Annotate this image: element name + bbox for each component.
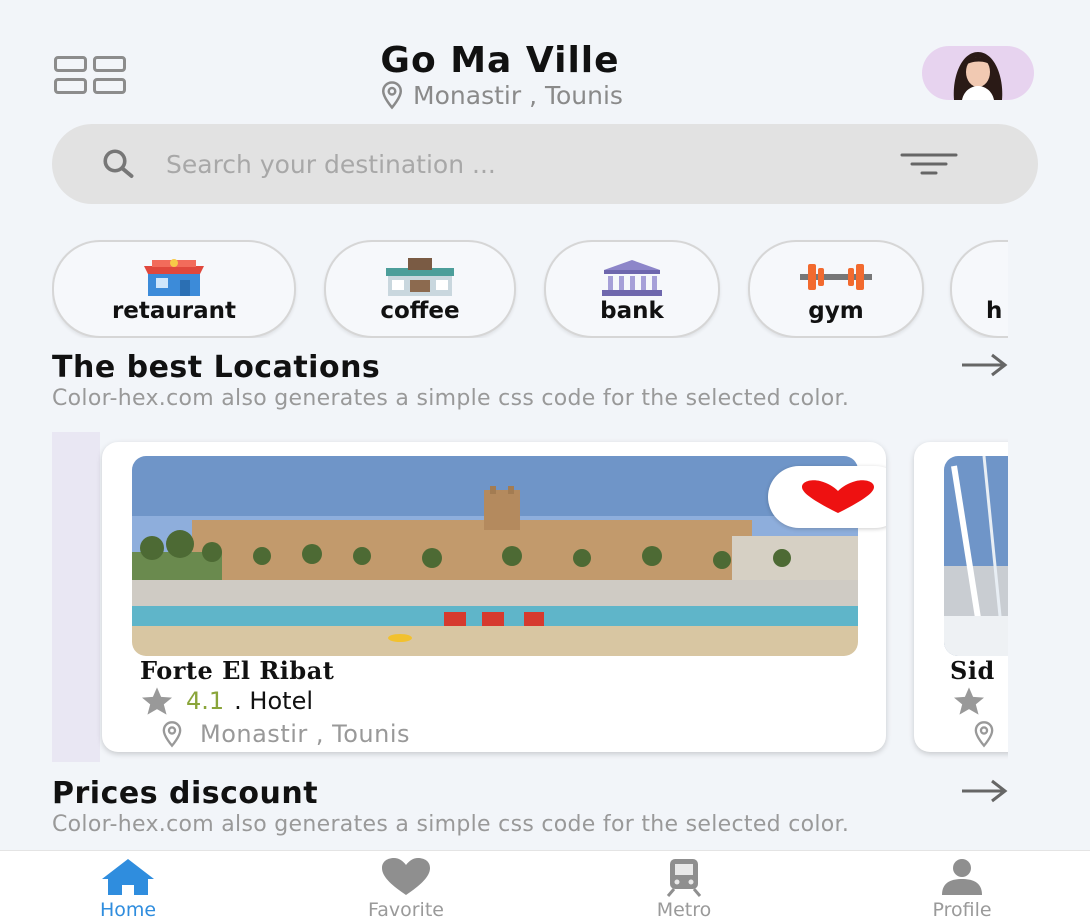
nav-favorite[interactable]: Favorite bbox=[336, 857, 476, 920]
nav-home[interactable]: Home bbox=[58, 857, 198, 920]
category-label: h bbox=[986, 298, 1003, 324]
arrow-right-icon[interactable] bbox=[960, 778, 1008, 804]
user-avatar[interactable] bbox=[922, 46, 1034, 100]
star-icon bbox=[142, 687, 172, 715]
location-photo bbox=[132, 456, 858, 656]
category-list: retaurant coffee bank gym h bbox=[52, 238, 1008, 338]
location-rating-row bbox=[950, 686, 988, 716]
nav-label: Profile bbox=[932, 899, 992, 920]
coffee-shop-icon bbox=[386, 258, 454, 296]
carousel-edge bbox=[52, 432, 100, 762]
fortress-beach-image bbox=[132, 456, 858, 656]
location-name: Forte El Ribat bbox=[140, 656, 335, 685]
search-icon[interactable] bbox=[100, 146, 136, 182]
bank-icon bbox=[602, 260, 662, 296]
category-bank[interactable]: bank bbox=[544, 240, 720, 338]
heart-icon bbox=[382, 858, 430, 895]
nav-label: Metro bbox=[656, 899, 712, 920]
location-pin-icon bbox=[382, 81, 403, 110]
location-name: Sid bbox=[950, 656, 995, 685]
favorite-button[interactable] bbox=[768, 466, 886, 528]
current-location: Monastir , Tounis bbox=[0, 80, 1000, 110]
location-pin-icon bbox=[162, 721, 182, 748]
section-description: Color-hex.com also generates a simple cs… bbox=[52, 812, 850, 837]
category-gym[interactable]: gym bbox=[748, 240, 924, 338]
location-address: Monastir , Tounis bbox=[200, 720, 411, 748]
category-coffee[interactable]: coffee bbox=[324, 240, 516, 338]
category-label: coffee bbox=[380, 298, 460, 324]
category-restaurant[interactable]: retaurant bbox=[52, 240, 296, 338]
section-title-prices-discount: Prices discount bbox=[52, 776, 319, 811]
home-icon bbox=[102, 859, 154, 895]
app-title: Go Ma Ville bbox=[380, 40, 620, 81]
arrow-right-icon[interactable] bbox=[960, 352, 1008, 378]
nav-label: Favorite bbox=[368, 899, 444, 920]
location-address-row: Monastir , Tounis bbox=[158, 720, 410, 748]
search-bar bbox=[52, 124, 1038, 204]
filter-icon[interactable] bbox=[900, 152, 958, 176]
app-screen: Go Ma Ville Monastir , Tounis Search you… bbox=[0, 0, 1090, 920]
category-label: bank bbox=[600, 298, 664, 324]
search-input[interactable] bbox=[164, 148, 828, 180]
bottom-navigation: Home Favorite Metro Profile bbox=[0, 850, 1090, 920]
section-title-best-locations: The best Locations bbox=[52, 350, 381, 385]
nav-label: Home bbox=[99, 899, 157, 920]
location-pin-icon bbox=[974, 721, 994, 748]
avatar-image bbox=[953, 52, 1003, 100]
current-location-text: Monastir , Tounis bbox=[413, 80, 623, 110]
location-type: . Hotel bbox=[234, 687, 314, 715]
location-rating-row: 4.1 . Hotel bbox=[138, 686, 313, 716]
train-icon bbox=[666, 859, 702, 897]
category-label: gym bbox=[808, 298, 864, 324]
section-description: Color-hex.com also generates a simple cs… bbox=[52, 386, 850, 411]
star-icon bbox=[954, 687, 984, 715]
nav-metro[interactable]: Metro bbox=[614, 857, 754, 920]
location-card[interactable]: Sid bbox=[914, 442, 1008, 752]
nav-profile[interactable]: Profile bbox=[892, 857, 1032, 920]
category-label: retaurant bbox=[111, 298, 237, 324]
location-address-row bbox=[970, 720, 998, 748]
marina-image bbox=[944, 456, 1008, 656]
location-photo bbox=[944, 456, 1008, 656]
category-hotel[interactable]: h bbox=[950, 240, 1008, 338]
heart-filled-icon bbox=[802, 480, 874, 513]
restaurant-icon bbox=[144, 259, 204, 296]
location-rating: 4.1 bbox=[186, 687, 225, 715]
dumbbell-icon bbox=[800, 264, 872, 290]
best-locations-carousel[interactable]: Forte El Ribat 4.1 . Hotel Monastir , To… bbox=[52, 432, 1008, 764]
person-icon bbox=[942, 859, 982, 895]
location-card[interactable]: Forte El Ribat 4.1 . Hotel Monastir , To… bbox=[102, 442, 886, 752]
